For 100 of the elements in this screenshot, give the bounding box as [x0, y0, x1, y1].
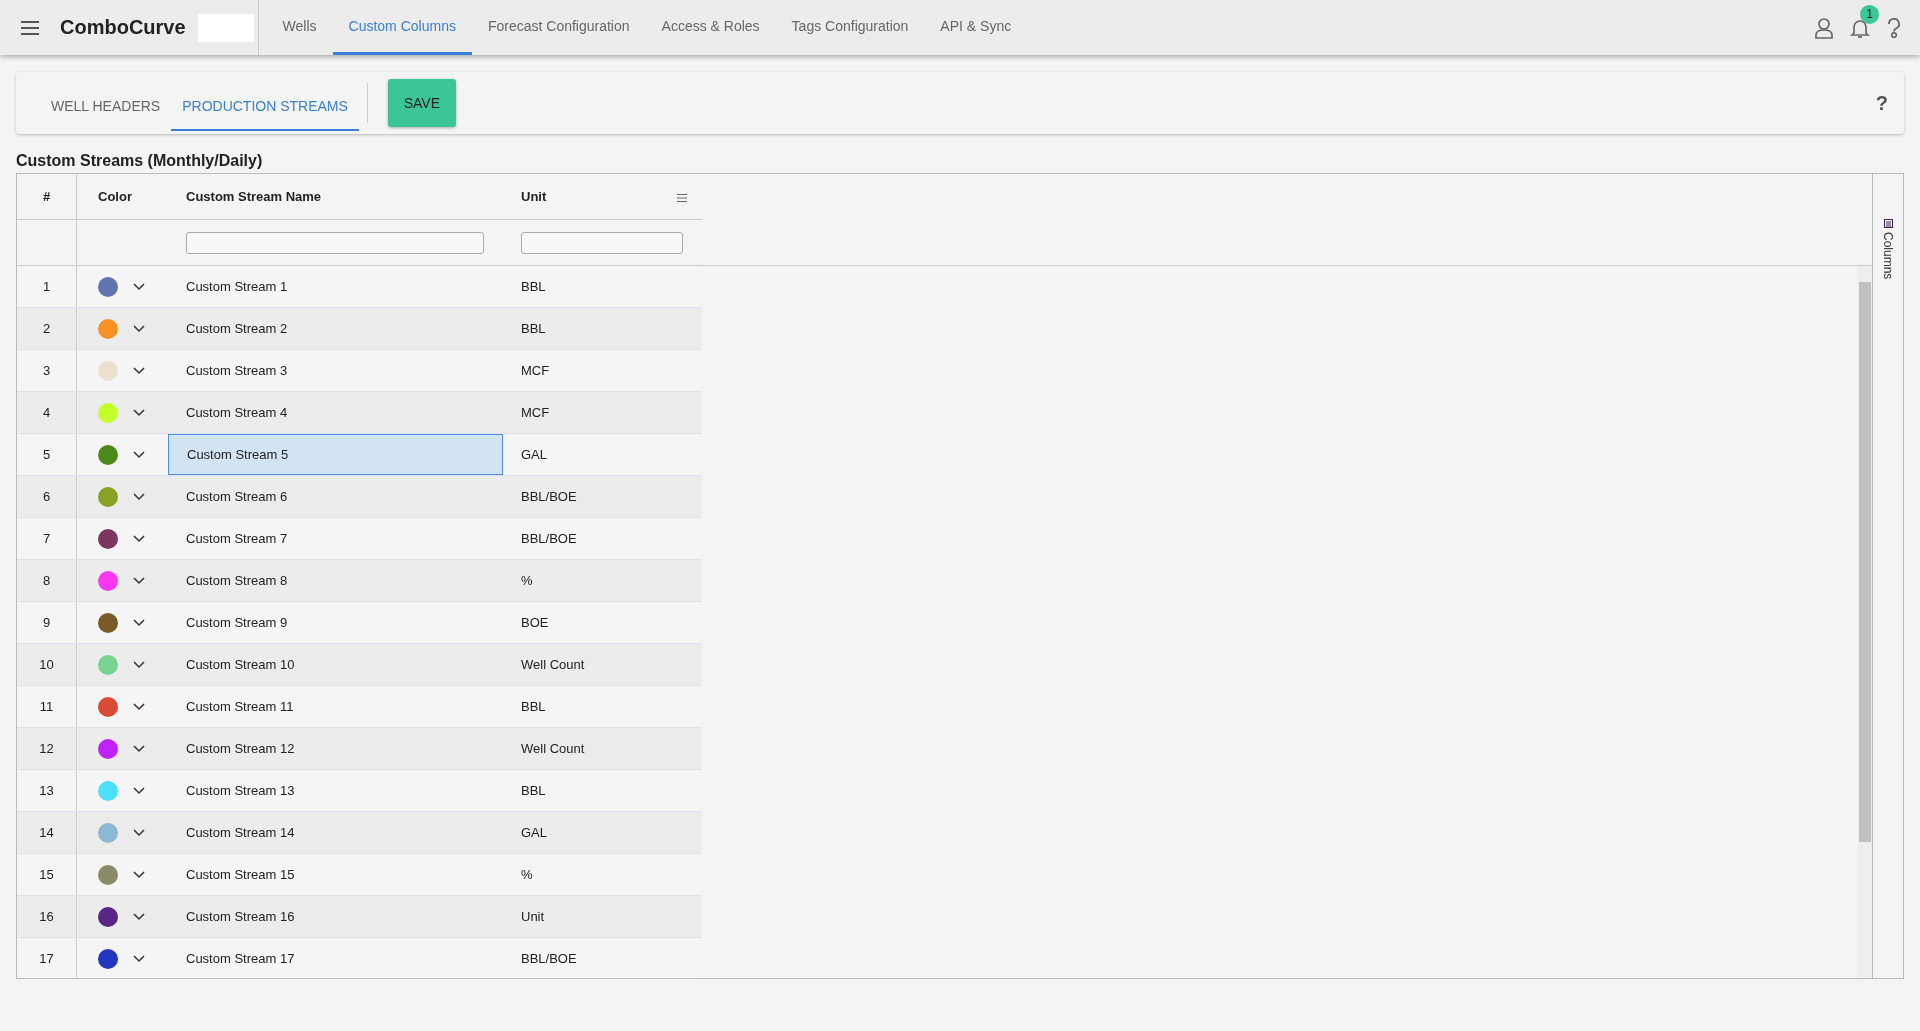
- nav-tab[interactable]: Forecast Configuration: [471, 0, 646, 55]
- column-header[interactable]: Unit: [503, 174, 702, 219]
- row-number: 5: [17, 434, 77, 475]
- color-swatch[interactable]: [98, 738, 118, 759]
- table-cell[interactable]: Custom Stream 12: [168, 728, 503, 769]
- row-number: 6: [17, 476, 77, 517]
- color-swatch[interactable]: [98, 696, 118, 717]
- table-cell[interactable]: BBL/BOE: [503, 476, 702, 517]
- table-cell[interactable]: Custom Stream 14: [168, 812, 503, 853]
- filter-field[interactable]: [521, 231, 683, 254]
- row-number: 2: [17, 308, 77, 349]
- chevron-down-icon[interactable]: [133, 282, 145, 291]
- column-header[interactable]: Custom Stream Name: [168, 174, 503, 219]
- color-swatch[interactable]: [98, 654, 118, 675]
- table-cell[interactable]: GAL: [503, 812, 702, 853]
- help-button[interactable]: ?: [1875, 91, 1888, 115]
- color-swatch[interactable]: [98, 276, 118, 297]
- table-cell[interactable]: Custom Stream 6: [168, 476, 503, 517]
- chevron-down-icon[interactable]: [133, 828, 145, 837]
- table-cell[interactable]: BBL/BOE: [503, 518, 702, 559]
- column-header[interactable]: Color: [77, 174, 168, 219]
- color-swatch[interactable]: [98, 864, 118, 885]
- chevron-down-icon[interactable]: [133, 408, 145, 417]
- section-tab[interactable]: PRODUCTION STREAMS: [171, 83, 359, 131]
- table-cell[interactable]: Custom Stream 1: [168, 266, 503, 307]
- table-cell[interactable]: Custom Stream 11: [168, 686, 503, 727]
- chevron-down-icon[interactable]: [133, 912, 145, 921]
- table-cell[interactable]: Custom Stream 17: [168, 938, 503, 978]
- table-cell[interactable]: Custom Stream 9: [168, 602, 503, 643]
- table-cell[interactable]: %: [503, 854, 702, 895]
- table-cell[interactable]: Custom Stream 16: [168, 896, 503, 937]
- color-swatch[interactable]: [98, 444, 118, 465]
- table-cell[interactable]: BOE: [503, 602, 702, 643]
- chevron-down-icon[interactable]: [133, 618, 145, 627]
- nav-tab[interactable]: Wells: [266, 0, 333, 55]
- table-cell[interactable]: %: [503, 560, 702, 601]
- chevron-down-icon[interactable]: [133, 786, 145, 795]
- chevron-down-icon[interactable]: [133, 576, 145, 585]
- table-cell[interactable]: BBL: [503, 308, 702, 349]
- color-swatch[interactable]: [98, 486, 118, 507]
- columns-side-tab[interactable]: Columns: [1872, 174, 1903, 978]
- table-cell[interactable]: Custom Stream 5: [168, 434, 503, 475]
- chevron-down-icon[interactable]: [133, 534, 145, 543]
- app-logo: ComboCurve: [60, 16, 186, 39]
- table-cell[interactable]: Custom Stream 3: [168, 350, 503, 391]
- scrollbar[interactable]: [1858, 266, 1872, 978]
- table-cell[interactable]: Custom Stream 13: [168, 770, 503, 811]
- chevron-down-icon[interactable]: [133, 324, 145, 333]
- chevron-down-icon[interactable]: [133, 870, 145, 879]
- row-number: 17: [17, 938, 77, 978]
- column-header[interactable]: #: [17, 174, 77, 219]
- table-cell[interactable]: BBL/BOE: [503, 938, 702, 978]
- color-swatch[interactable]: [98, 780, 118, 801]
- section-tab[interactable]: WELL HEADERS: [40, 83, 172, 131]
- nav-tab[interactable]: API & Sync: [924, 0, 1028, 55]
- color-swatch[interactable]: [98, 360, 118, 381]
- help-icon[interactable]: [1886, 16, 1902, 39]
- chevron-down-icon[interactable]: [133, 660, 145, 669]
- table-cell[interactable]: Well Count: [503, 644, 702, 685]
- chevron-down-icon[interactable]: [133, 366, 145, 375]
- column-menu-icon[interactable]: [676, 193, 688, 203]
- table-cell[interactable]: GAL: [503, 434, 702, 475]
- table-cell[interactable]: Custom Stream 7: [168, 518, 503, 559]
- row-number: 10: [17, 644, 77, 685]
- table-cell[interactable]: Unit: [503, 896, 702, 937]
- row-number: 1: [17, 266, 77, 307]
- chevron-down-icon[interactable]: [133, 492, 145, 501]
- filter-field[interactable]: [186, 231, 484, 254]
- table-cell[interactable]: Custom Stream 2: [168, 308, 503, 349]
- table-cell[interactable]: Custom Stream 15: [168, 854, 503, 895]
- chevron-down-icon[interactable]: [133, 702, 145, 711]
- table-cell[interactable]: BBL: [503, 266, 702, 307]
- table-cell[interactable]: BBL: [503, 770, 702, 811]
- nav-tab[interactable]: Access & Roles: [645, 0, 776, 55]
- row-number: 4: [17, 392, 77, 433]
- chevron-down-icon[interactable]: [133, 450, 145, 459]
- user-icon[interactable]: [1814, 16, 1834, 39]
- color-swatch[interactable]: [98, 570, 118, 591]
- nav-tab[interactable]: Tags Configuration: [775, 0, 925, 55]
- table-cell[interactable]: Custom Stream 10: [168, 644, 503, 685]
- color-swatch[interactable]: [98, 528, 118, 549]
- color-swatch[interactable]: [98, 822, 118, 843]
- color-swatch[interactable]: [98, 318, 118, 339]
- color-swatch[interactable]: [98, 612, 118, 633]
- table-cell[interactable]: Well Count: [503, 728, 702, 769]
- chevron-down-icon[interactable]: [133, 954, 145, 963]
- save-button[interactable]: SAVE: [387, 79, 456, 127]
- table-cell[interactable]: MCF: [503, 392, 702, 433]
- row-number: 7: [17, 518, 77, 559]
- row-number: 3: [17, 350, 77, 391]
- table-cell[interactable]: MCF: [503, 350, 702, 391]
- row-number: 8: [17, 560, 77, 601]
- table-cell[interactable]: BBL: [503, 686, 702, 727]
- color-swatch[interactable]: [98, 906, 118, 927]
- table-cell[interactable]: Custom Stream 8: [168, 560, 503, 601]
- chevron-down-icon[interactable]: [133, 744, 145, 753]
- color-swatch[interactable]: [98, 948, 118, 969]
- menu-icon[interactable]: [20, 19, 40, 36]
- color-swatch[interactable]: [98, 402, 118, 423]
- table-cell[interactable]: Custom Stream 4: [168, 392, 503, 433]
